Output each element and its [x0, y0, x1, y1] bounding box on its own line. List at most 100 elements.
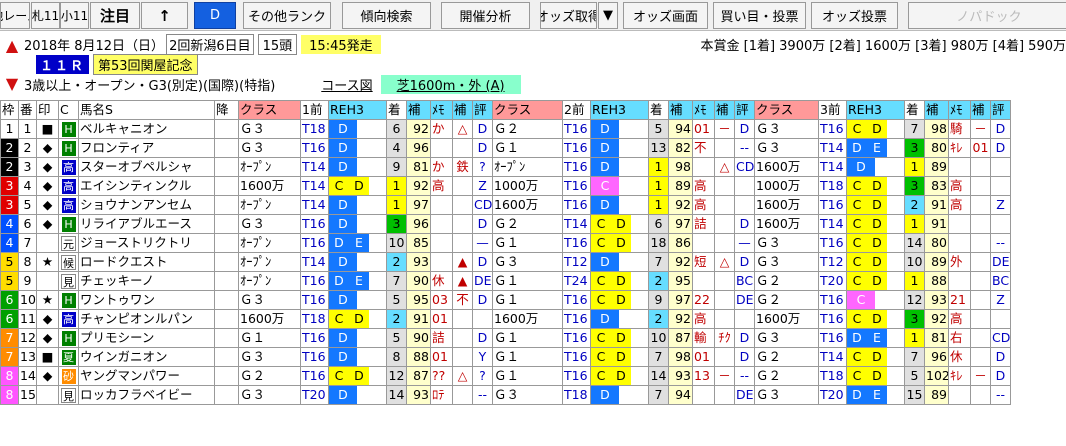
horse-name-cell[interactable]: ロッカフラベイビー [78, 385, 215, 405]
memo2-cell [970, 233, 991, 253]
other-rank-button[interactable]: その他ランク [243, 2, 331, 29]
memo-cell: 高 [692, 309, 715, 329]
table-row[interactable]: 8 15 見ロッカフラベイビー Ｇ３ T20 D 14 93 ﾛﾃ -- Ｇ３ T18 D 7 94 DE Ｇ３… [0, 385, 1011, 405]
rating-cell: D [328, 385, 387, 405]
col-header-rating-3[interactable]: REH3 [846, 100, 905, 120]
horse-name-cell[interactable]: ヤングマンパワー [78, 366, 215, 386]
eval-cell: — [734, 233, 755, 253]
horse-name-cell[interactable]: ワントゥワン [78, 290, 215, 310]
class-cell: 1600万 [754, 157, 819, 177]
paddock-button[interactable]: ノパドック [908, 2, 1066, 29]
table-row[interactable]: 4 7 元ジョーストリクトリ ｵｰﾌﾟﾝ T16 D E 10 85— Ｇ１ T16 C D 18 86— Ｇ… [0, 233, 1011, 253]
odds-dropdown-button[interactable]: ▼ [598, 2, 618, 29]
horse-name-cell[interactable]: エイシンティンクル [78, 176, 215, 196]
bet-vote-button[interactable]: 買い目・投票 [713, 2, 806, 29]
horse-name-cell[interactable]: ショウナンアンセム [78, 195, 215, 215]
col-header-adj2-2[interactable]: 補 [714, 100, 735, 120]
table-row[interactable]: 5 8 ★ 候ロードクエスト ｵｰﾌﾟﾝ T14 D 2 93 ▲ D Ｇ３ T12 D 7 92 短 △ D Ｇ３ T… [0, 252, 1011, 272]
table-row[interactable]: 3 5 ◆ 高ショウナンアンセム ｵｰﾌﾟﾝ T14 D 1 97 CD 1600万 T16 D 1 92 高… [0, 195, 1011, 215]
col-header-memo-1[interactable]: ﾒﾓ [430, 100, 453, 120]
table-row[interactable]: 2 3 ◆ 高スターオブペルシャ ｵｰﾌﾟﾝ T14 D 9 81 か鉄? ｵｰﾌﾟﾝ T16 D 1 98… [0, 157, 1011, 177]
table-row[interactable]: 2 2 ◆ H フロンティア Ｇ３ T16 D 4 96 D Ｇ１ T16 D 13 82 不 -- Ｇ３ T14 D E… [0, 138, 1011, 158]
attention-button[interactable]: 注目 [90, 2, 140, 29]
col-header-prev-2[interactable]: 2前 [562, 100, 591, 120]
horse-name-cell[interactable]: スターオブペルシャ [78, 157, 215, 177]
table-row[interactable]: 5 9 見チェッキーノ ｵｰﾌﾟﾝ T16 D E 7 90 休 ▲ DE Ｇ１ T24 C D 2 95 BC Ｇ２… [0, 271, 1011, 291]
col-header-class-2[interactable]: クラス [492, 100, 563, 120]
horse-name-cell[interactable]: ベルキャニオン [78, 119, 215, 139]
horse-name-cell[interactable]: チャンピオンルパン [78, 309, 215, 329]
finish-cell: 3 [904, 138, 925, 158]
rating-chip: D [611, 215, 631, 233]
mark-cell: ◆ [36, 328, 59, 348]
col-header-memo-3[interactable]: ﾒﾓ [948, 100, 971, 120]
col-header-adj-1[interactable]: 補 [406, 100, 431, 120]
table-row[interactable]: 6 11 ◆ 高チャンピオンルパン 1600万 T18 C D 2 91 01 1600万 T16 D 2 9… [0, 309, 1011, 329]
col-header-ban[interactable]: 番 [18, 100, 37, 120]
adj-cell: 89 [924, 157, 949, 177]
col-header-demotion[interactable]: 降 [214, 100, 239, 120]
memo2-cell: － [970, 366, 991, 386]
horse-name-cell[interactable]: ジョーストリクトリ [78, 233, 215, 253]
table-row[interactable]: 6 10 ★ H ワントゥワン Ｇ３ T16 D 5 95 03 不 D Ｇ１ T16 C D 9 97 22 DE Ｇ２… [0, 290, 1011, 310]
horse-name-cell[interactable]: フロンティア [78, 138, 215, 158]
prev-race-arrow-icon[interactable]: ▲ [4, 36, 20, 56]
eval-cell: D [472, 214, 493, 234]
distance-cell: T16 [562, 119, 591, 139]
col-header-prev-3[interactable]: 3前 [818, 100, 847, 120]
trend-search-button[interactable]: 傾向検索 [342, 2, 431, 29]
rating-chip: D [329, 253, 357, 271]
col-header-memo-2[interactable]: ﾒﾓ [692, 100, 715, 120]
table-row[interactable]: 8 14 ◆ 砂ヤングマンパワー Ｇ２ T16 C D 12 87?? △? Ｇ１ T16 C D 14 93 1… [0, 366, 1011, 386]
d-button[interactable]: D [194, 2, 236, 29]
horse-name-cell[interactable]: プリモシーン [78, 328, 215, 348]
col-header-finish-3[interactable]: 着 [904, 100, 925, 120]
get-odds-button[interactable]: オッズ取得 [540, 2, 597, 29]
horse-name-cell[interactable]: チェッキーノ [78, 271, 215, 291]
col-header-mark[interactable]: 印 [36, 100, 59, 120]
col-header-c[interactable]: C [58, 100, 79, 120]
col-header-rating-2[interactable]: REH3 [590, 100, 649, 120]
horse-name-cell[interactable]: ロードクエスト [78, 252, 215, 272]
col-header-waku[interactable]: 枠 [0, 100, 19, 120]
distance-cell: T16 [562, 328, 591, 348]
odds-screen-button[interactable]: オッズ画面 [623, 2, 708, 29]
table-row[interactable]: 1 1 ■ H ベルキャニオン Ｇ３ T18 D 6 92 か △ D Ｇ２ T16 D 5 94 01 － D Ｇ３ T1… [0, 119, 1011, 139]
col-header-finish-2[interactable]: 着 [648, 100, 669, 120]
meeting-analysis-button[interactable]: 開催分析 [441, 2, 530, 29]
col-header-eval-1[interactable]: 評 [472, 100, 493, 120]
other-race-button[interactable]: 他レース [0, 2, 30, 29]
col-header-adj2-3[interactable]: 補 [970, 100, 991, 120]
sapporo-11-button[interactable]: 札11 [31, 2, 60, 29]
demotion-cell [214, 385, 239, 405]
col-header-horse-name[interactable]: 馬名S [78, 100, 215, 120]
col-header-adj2-1[interactable]: 補 [452, 100, 473, 120]
comment-badge: H [61, 141, 76, 156]
course-map-link[interactable]: コース図 [321, 75, 372, 94]
memo2-cell: △ [714, 157, 735, 177]
col-header-class-1[interactable]: クラス [238, 100, 301, 120]
horse-name-cell[interactable]: リライアブルエース [78, 214, 215, 234]
class-cell: Ｇ２ [754, 366, 819, 386]
up-button[interactable]: ↑ [141, 2, 188, 29]
col-header-prev-1[interactable]: 1前 [300, 100, 329, 120]
table-row[interactable]: 7 12 ◆ H プリモシーン Ｇ１ T16 D 5 90 詰 D Ｇ１ T16 C D 10 87 輸ﾁｸ D Ｇ３ T… [0, 328, 1011, 348]
race-meeting: 2回新潟6日目 [166, 33, 254, 55]
toolbar: 他レース札11小11注目↑D その他ランク傾向検索開催分析オッズ取得▼オッズ画面買… [0, 0, 1066, 31]
memo-cell [430, 214, 453, 234]
table-row[interactable]: 4 6 ◆ H リライアブルエース Ｇ３ T16 D 3 96 D Ｇ２ T14 C D 6 97 詰 D 1600万… [0, 214, 1011, 234]
next-race-arrow-icon[interactable]: ▼ [4, 74, 20, 94]
col-header-finish-1[interactable]: 着 [386, 100, 407, 120]
col-header-eval-2[interactable]: 評 [734, 100, 755, 120]
col-header-adj-3[interactable]: 補 [924, 100, 949, 120]
horse-name-cell[interactable]: ウインガニオン [78, 347, 215, 367]
table-row[interactable]: 3 4 ◆ 高エイシンティンクル 1600万 T14 C D 1 92 高 Z 1000万 T16 C 1 89… [0, 176, 1011, 196]
table-row[interactable]: 7 13 ■ 夏ウインガニオン Ｇ３ T16 D 8 88 01 Y Ｇ１ T16 C D 7 98 01 D Ｇ２ T… [0, 347, 1011, 367]
col-header-adj-2[interactable]: 補 [668, 100, 693, 120]
odds-vote-button[interactable]: オッズ投票 [811, 2, 898, 29]
col-header-eval-3[interactable]: 評 [990, 100, 1011, 120]
kokura-11-button[interactable]: 小11 [60, 2, 89, 29]
col-header-class-3[interactable]: クラス [754, 100, 819, 120]
memo-cell [948, 233, 971, 253]
col-header-rating-1[interactable]: REH3 [328, 100, 387, 120]
